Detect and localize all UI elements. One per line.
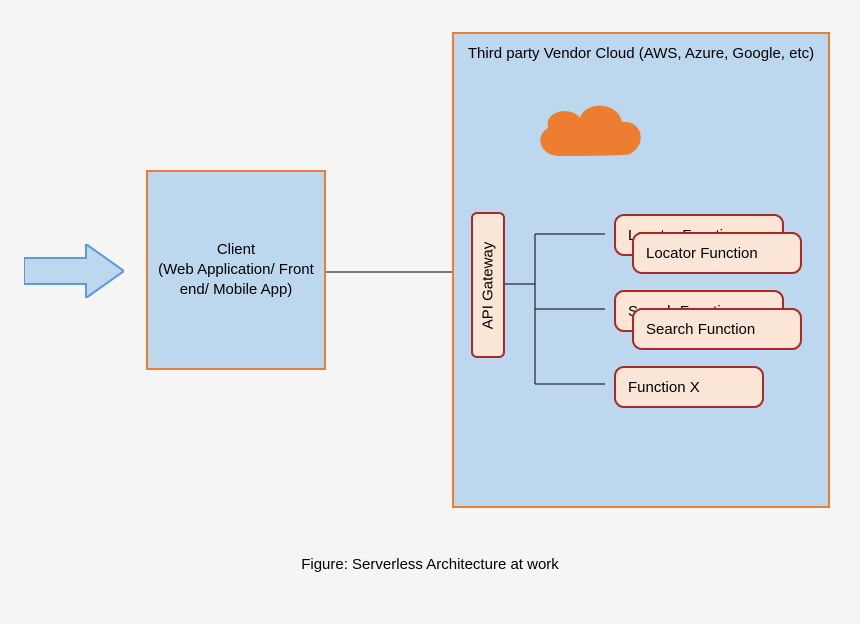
vendor-cloud-title: Third party Vendor Cloud (AWS, Azure, Go… bbox=[454, 44, 828, 64]
api-gateway-box: API Gateway bbox=[471, 212, 505, 358]
locator-function-label-front: Locator Function bbox=[646, 245, 758, 262]
cloud-icon bbox=[530, 96, 650, 168]
figure-caption: Figure: Serverless Architecture at work bbox=[0, 556, 860, 573]
function-x-label: Function X bbox=[628, 379, 700, 396]
api-gateway-label: API Gateway bbox=[480, 241, 497, 329]
client-box: Client(Web Application/ Front end/ Mobil… bbox=[146, 170, 326, 370]
client-label: Client(Web Application/ Front end/ Mobil… bbox=[156, 240, 316, 301]
arrow-to-client-icon bbox=[24, 244, 124, 298]
function-x-box: Function X bbox=[614, 366, 764, 408]
search-function-box-front: Search Function bbox=[632, 308, 802, 350]
locator-function-box-front: Locator Function bbox=[632, 232, 802, 274]
search-function-label-front: Search Function bbox=[646, 321, 755, 338]
connector-client-to-gateway bbox=[326, 267, 472, 277]
